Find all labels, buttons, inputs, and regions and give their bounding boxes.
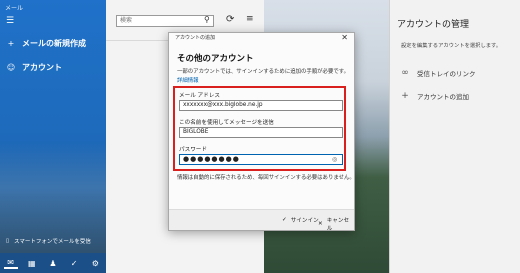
navigation-pane: メール ☰ + メールの新規作成 ☺ アカウント ▯ スマートフォンでメールを受…	[0, 0, 106, 273]
dialog-footer: ✓ サインイン ✕ キャンセル	[169, 209, 354, 232]
person-icon: ☺	[6, 63, 16, 72]
account-button[interactable]: ☺ アカウント	[6, 62, 62, 73]
add-account-label: アカウントの追加	[417, 93, 469, 101]
app-title: メール	[5, 5, 24, 12]
phone-link-label: スマートフォンでメールを受信	[14, 239, 91, 245]
link-icon: ∞	[401, 68, 409, 78]
saved-note: 情報は自動的に保存されるため、毎回サインインする必要はありません。	[177, 175, 355, 181]
people-icon[interactable]: ♟	[46, 259, 60, 268]
sender-name-label: この名前を使用してメッセージを送信	[179, 120, 274, 126]
gear-icon[interactable]: ⚙	[88, 259, 102, 268]
checkmark-icon: ✓	[282, 217, 287, 223]
account-management-panel: アカウントの管理 設定を編集するアカウントを選択します。 ∞ 受信トレイのリンク…	[389, 0, 520, 273]
cancel-button[interactable]: ✕ キャンセル	[318, 216, 354, 232]
email-field[interactable]: xxxxxxx@xxx.biglobe.ne.jp	[179, 100, 343, 111]
filter-icon[interactable]: ≡	[246, 14, 254, 24]
search-input[interactable]: 検索	[116, 15, 214, 27]
password-field[interactable]: ●●●●●●●●	[179, 154, 343, 165]
new-mail-label: メールの新規作成	[22, 39, 86, 48]
dialog-description: 一部のアカウントでは、サインインするために追加の手順が必要です。	[177, 69, 349, 75]
sender-name-field[interactable]: BIGLOBE	[179, 127, 343, 138]
close-icon[interactable]: ✕	[341, 33, 348, 42]
dialog-header: アカウントの追加	[175, 35, 216, 41]
close-icon: ✕	[318, 221, 323, 227]
plus-icon: +	[7, 39, 15, 48]
nav-bottom-bar: ✉ ▦ ♟ ✓ ⚙	[0, 253, 106, 273]
link-inboxes-label: 受信トレイのリンク	[417, 70, 476, 78]
account-label: アカウント	[22, 63, 62, 72]
hamburger-icon[interactable]: ☰	[6, 17, 14, 26]
add-account-button[interactable]: + アカウントの追加	[400, 91, 469, 101]
panel-subtitle: 設定を編集するアカウントを選択します。	[401, 43, 502, 49]
eye-icon[interactable]: ◎	[332, 154, 337, 165]
calendar-icon[interactable]: ▦	[25, 259, 39, 268]
mail-icon[interactable]: ✉	[3, 258, 18, 269]
add-account-dialog: アカウントの追加 ✕ その他のアカウント 一部のアカウントでは、サインインするた…	[168, 32, 355, 232]
new-mail-button[interactable]: + メールの新規作成	[6, 38, 86, 49]
sync-icon[interactable]: ⟳	[226, 14, 234, 25]
plus-icon: +	[401, 91, 409, 101]
details-link[interactable]: 詳細情報	[177, 76, 199, 84]
signin-label: サインイン	[290, 218, 319, 224]
search-icon[interactable]: ⚲	[204, 15, 210, 24]
link-inboxes-button[interactable]: ∞ 受信トレイのリンク	[400, 68, 476, 78]
phone-icon: ▯	[6, 238, 10, 244]
dialog-title: その他のアカウント	[177, 54, 254, 64]
email-label: メール アドレス	[179, 93, 220, 99]
panel-title: アカウントの管理	[397, 20, 470, 30]
signin-button[interactable]: ✓ サインイン	[282, 216, 319, 224]
cancel-label: キャンセル	[326, 218, 350, 232]
phone-link-button[interactable]: ▯ スマートフォンでメールを受信	[6, 237, 91, 245]
password-label: パスワード	[179, 147, 207, 153]
checkmark-icon[interactable]: ✓	[67, 259, 81, 268]
